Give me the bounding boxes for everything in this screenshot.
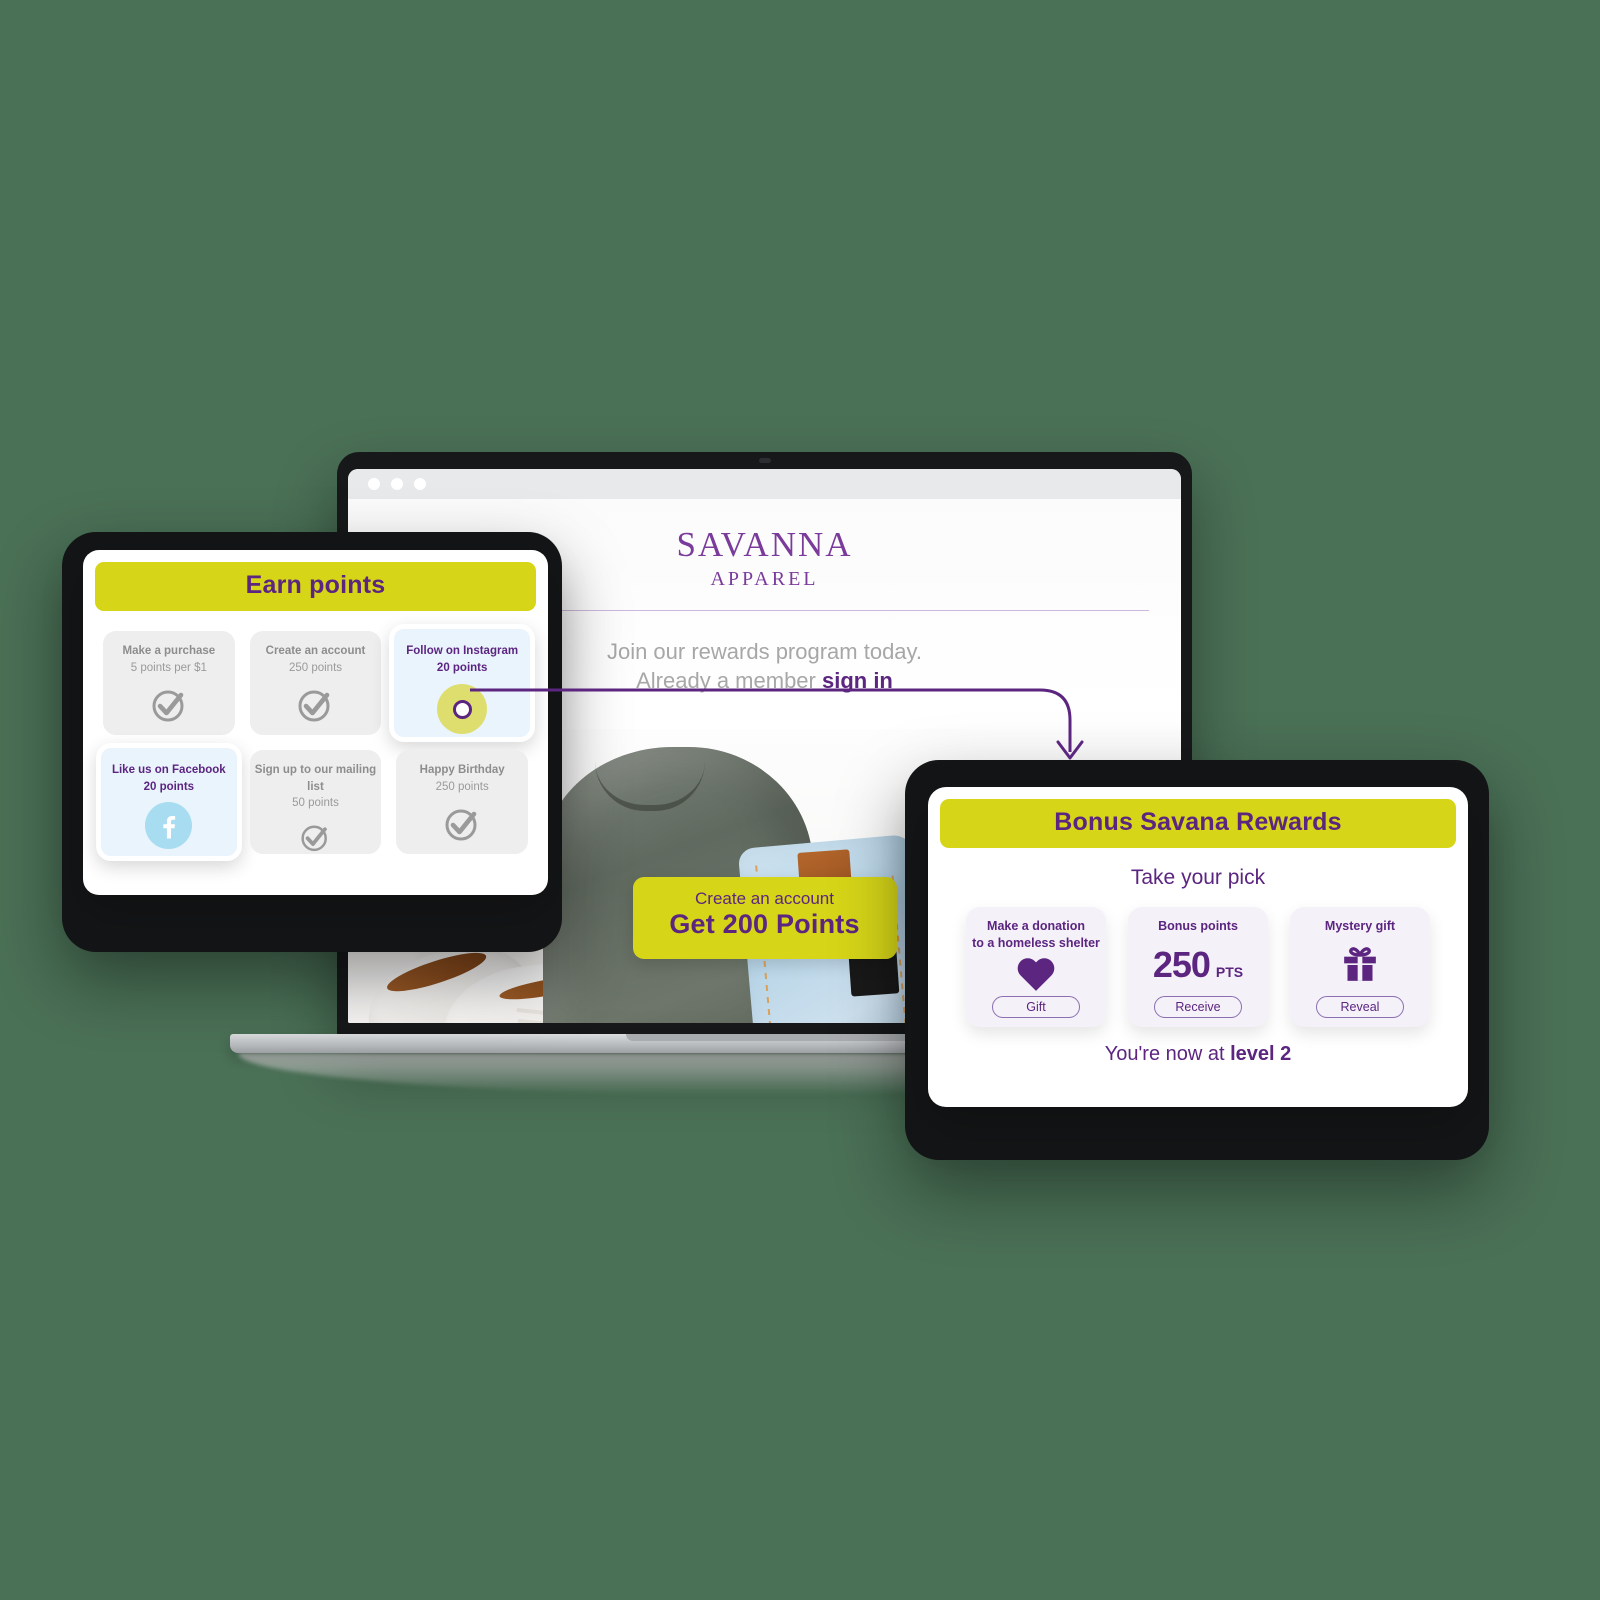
earn-tile-create-an-account[interactable]: Create an account 250 points [249, 631, 382, 735]
earn-tile-points: 20 points [436, 661, 488, 674]
bonus-gift-button[interactable]: Gift [992, 996, 1080, 1018]
cta-main-label: Get 200 Points [669, 909, 860, 940]
cta-top-label: Create an account [695, 888, 834, 908]
earn-tile-points: 50 points [292, 797, 339, 810]
bonus-tile-icon-wrap [1340, 935, 1380, 996]
check-circle-icon [445, 809, 477, 841]
facebook-glyph [163, 815, 175, 839]
check-circle-icon [152, 690, 184, 722]
earn-tile-points: 20 points [143, 780, 195, 793]
earn-tile-mailing-list[interactable]: Sign up to our mailing list 50 points [249, 750, 382, 854]
points-value: 250 [1152, 944, 1211, 986]
check-circle-icon [298, 690, 330, 722]
bonus-tile-donation[interactable]: Make a donation to a homeless shelter Gi… [966, 907, 1106, 1027]
browser-dot-maximize-icon[interactable] [414, 478, 426, 490]
earn-tile-points: 250 points [288, 661, 343, 674]
earn-tile-make-a-purchase[interactable]: Make a purchase 5 points per $1 [103, 631, 235, 735]
gift-icon [1344, 947, 1376, 982]
tagline-prefix: Already a member [636, 668, 822, 694]
browser-titlebar [348, 469, 1181, 499]
bonus-tile-mystery-gift[interactable]: Mystery gift Reveal [1290, 907, 1430, 1027]
bonus-tile-bonus-points[interactable]: Bonus points 250 PTS Receive [1128, 907, 1268, 1027]
bonus-tile-label-line1: Bonus points [1158, 919, 1238, 933]
earn-tile-happy-birthday[interactable]: Happy Birthday 250 points [396, 750, 528, 854]
points-unit: PTS [1215, 964, 1244, 981]
earn-tile-label: Create an account [265, 645, 366, 657]
bonus-rewards-subtitle: Take your pick [1130, 866, 1266, 889]
bonus-tile-label-line1: Make a donation [987, 919, 1085, 933]
bonus-tile-icon-wrap [1016, 952, 1056, 996]
earn-points-title: Earn points [95, 562, 536, 611]
earn-points-panel: Earn points Make a purchase 5 points per… [83, 550, 548, 895]
create-account-cta-button[interactable]: Create an account Get 200 Points [632, 876, 897, 959]
earn-tile-label: Like us on Facebook [111, 764, 226, 776]
level-status: You're now at level 2 [928, 1043, 1468, 1066]
earn-tile-label: Sign up to our mailing list [254, 764, 377, 793]
bonus-tile-label-line2: to a homeless shelter [972, 935, 1100, 950]
bonus-rewards-grid: Make a donation to a homeless shelter Gi… [928, 907, 1468, 1027]
bonus-rewards-title: Bonus Savana Rewards [940, 799, 1456, 848]
earn-tile-label: Make a purchase [122, 645, 216, 657]
earn-tile-follow-on-instagram[interactable]: Follow on Instagram 20 points [389, 624, 535, 742]
bonus-rewards-panel: Bonus Savana Rewards Take your pick Make… [928, 787, 1468, 1107]
check-circle-icon [301, 825, 328, 852]
facebook-icon[interactable] [145, 802, 193, 850]
earn-tile-points: 250 points [435, 780, 489, 793]
earn-tile-label: Happy Birthday [419, 764, 505, 776]
laptop-camera-notch [758, 458, 771, 463]
browser-dot-minimize-icon[interactable] [391, 478, 403, 490]
earn-points-grid: Make a purchase 5 points per $1 Create a… [83, 611, 548, 872]
level-status-value: level 2 [1230, 1043, 1292, 1065]
laptop-base-notch [626, 1034, 926, 1041]
earn-tile-like-us-on-facebook[interactable]: Like us on Facebook 20 points [96, 743, 242, 861]
scene: SAVANNA APPAREL Join our rewards program… [0, 0, 1600, 1600]
earn-tile-points: 5 points per $1 [130, 661, 207, 674]
level-status-prefix: You're now at [1104, 1043, 1231, 1065]
browser-dot-close-icon[interactable] [368, 478, 380, 490]
points-value-row: 250 PTS [1153, 947, 1243, 983]
bonus-reveal-button[interactable]: Reveal [1316, 996, 1404, 1018]
bonus-receive-button[interactable]: Receive [1154, 996, 1242, 1018]
bonus-points-value-wrap: 250 PTS [1153, 935, 1243, 996]
heart-icon [1017, 958, 1055, 991]
instagram-node-icon[interactable] [437, 684, 488, 735]
bonus-tile-label-line1: Mystery gift [1324, 919, 1396, 933]
earn-tile-label: Follow on Instagram [406, 645, 519, 657]
sign-in-link[interactable]: sign in [822, 668, 893, 693]
